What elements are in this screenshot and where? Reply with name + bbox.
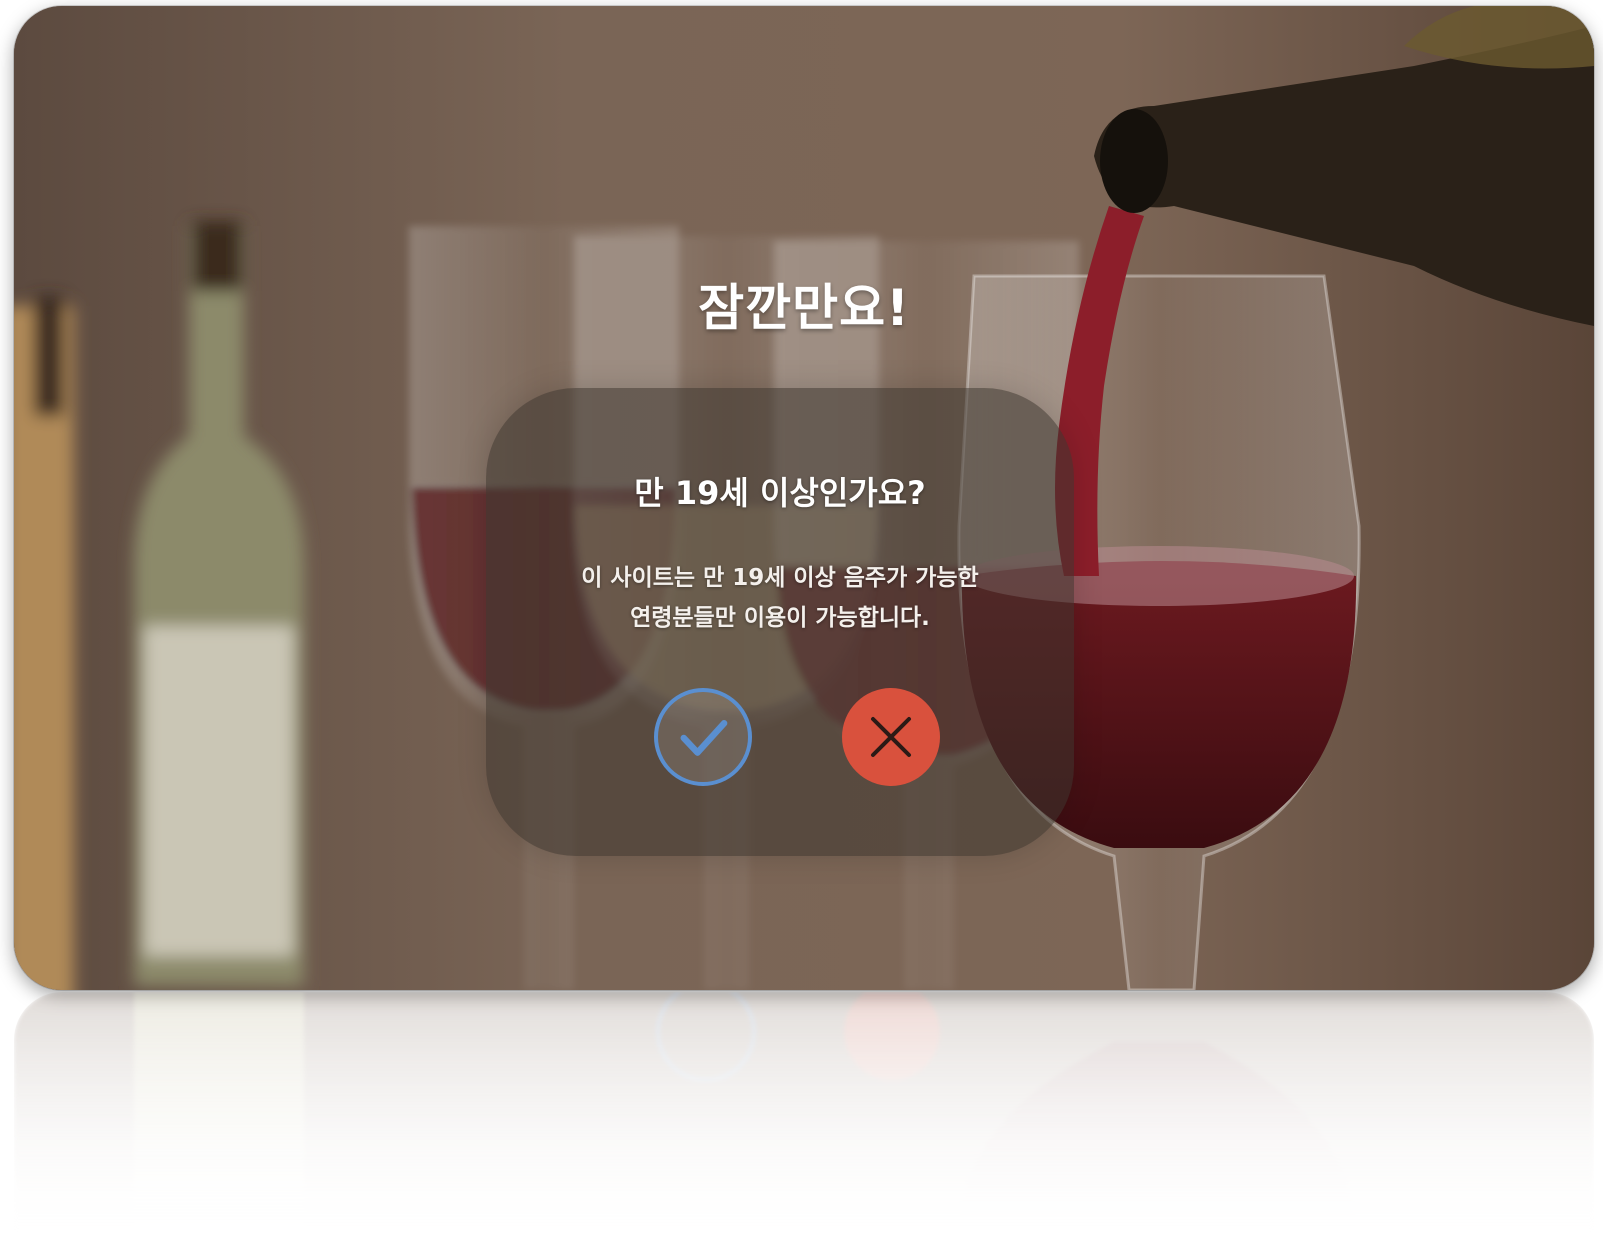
reflection-fade [14, 992, 1594, 1242]
check-icon [680, 720, 728, 756]
card-reflection [14, 992, 1594, 1242]
description-line-1: 이 사이트는 만 19세 이상 음주가 가능한 [581, 565, 979, 591]
age-verification-panel: 만 19세 이상인가요? 이 사이트는 만 19세 이상 음주가 가능한 연령분… [486, 388, 1074, 856]
deny-age-button[interactable] [842, 688, 940, 786]
modal-title: 잠깐만요! [698, 279, 910, 337]
age-description: 이 사이트는 만 19세 이상 음주가 가능한 연령분들만 이용이 가능합니다. [486, 558, 1074, 638]
stage: 잠깐만요! 만 19세 이상인가요? 이 사이트는 만 19세 이상 음주가 가… [0, 0, 1603, 1250]
description-line-2: 연령분들만 이용이 가능합니다. [630, 605, 930, 631]
close-icon [871, 717, 911, 757]
age-gate-card: 잠깐만요! 만 19세 이상인가요? 이 사이트는 만 19세 이상 음주가 가… [14, 6, 1594, 990]
age-question: 만 19세 이상인가요? [634, 474, 926, 512]
confirm-age-button[interactable] [654, 688, 752, 786]
